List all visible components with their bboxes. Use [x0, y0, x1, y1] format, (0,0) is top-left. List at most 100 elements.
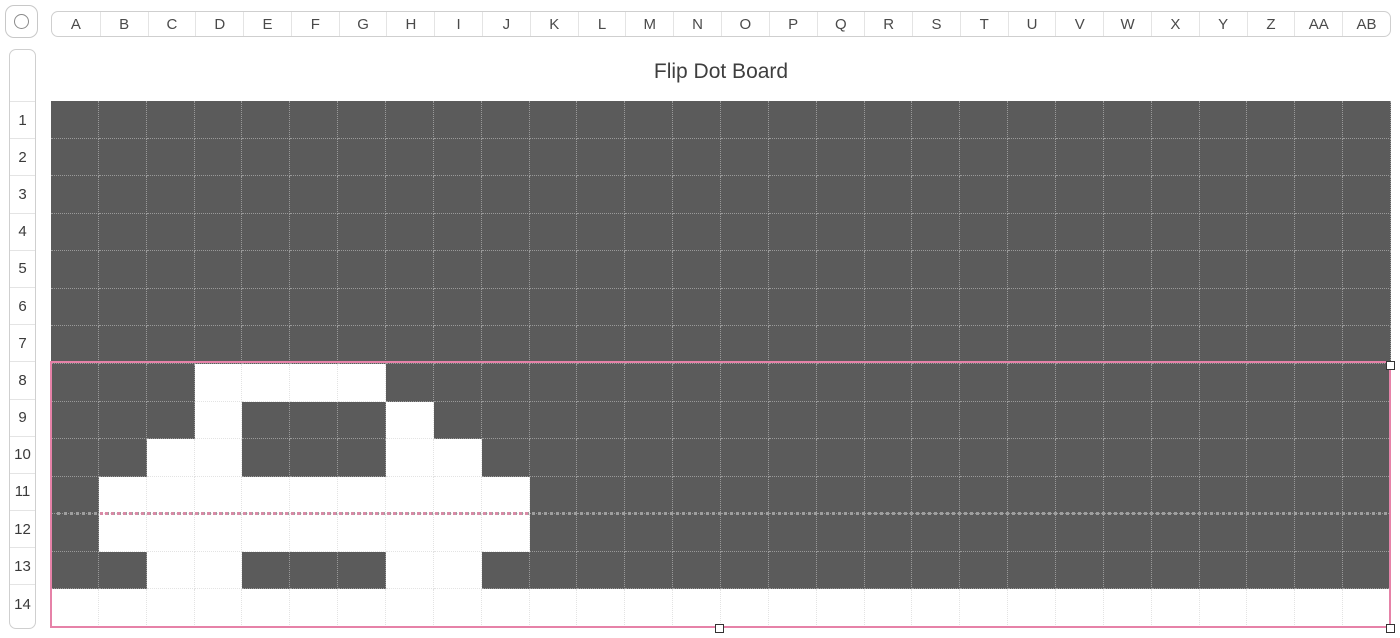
cell-u4[interactable] [1008, 213, 1056, 252]
cell-i9[interactable] [433, 401, 482, 440]
cell-aa13[interactable] [1295, 551, 1344, 590]
cell-s13[interactable] [912, 551, 961, 590]
cell-f4[interactable] [290, 213, 339, 252]
cell-u9[interactable] [1008, 401, 1056, 440]
cell-y7[interactable] [1199, 326, 1248, 364]
cell-d12[interactable] [194, 514, 243, 552]
cell-x2[interactable] [1151, 138, 1200, 177]
column-header-c[interactable]: C [147, 12, 196, 36]
cell-a8[interactable] [51, 364, 99, 402]
cell-r9[interactable] [864, 401, 913, 440]
cell-b10[interactable] [98, 439, 147, 477]
row-header-3[interactable]: 3 [10, 176, 35, 214]
cell-p4[interactable] [768, 213, 817, 252]
cell-o10[interactable] [721, 439, 769, 477]
cell-j14[interactable] [481, 589, 530, 627]
cell-y13[interactable] [1199, 551, 1248, 590]
cell-i1[interactable] [433, 101, 482, 139]
cell-g10[interactable] [338, 439, 386, 477]
cell-ab5[interactable] [1343, 251, 1391, 289]
column-header-b[interactable]: B [99, 12, 148, 36]
cell-y3[interactable] [1199, 176, 1248, 214]
row-header-10[interactable]: 10 [10, 437, 35, 474]
column-header-e[interactable]: E [243, 12, 291, 36]
cell-p9[interactable] [768, 401, 817, 440]
cell-v5[interactable] [1056, 251, 1104, 289]
row-header-14[interactable]: 14 [10, 585, 35, 622]
cell-a7[interactable] [51, 326, 99, 364]
cell-c4[interactable] [146, 213, 195, 252]
cell-w6[interactable] [1103, 288, 1152, 327]
cell-v9[interactable] [1056, 401, 1104, 440]
cell-o1[interactable] [721, 101, 769, 139]
column-header-ab[interactable]: AB [1342, 12, 1390, 36]
cell-x4[interactable] [1151, 213, 1200, 252]
column-header-v[interactable]: V [1055, 12, 1103, 36]
cell-t9[interactable] [960, 401, 1009, 440]
cell-n8[interactable] [673, 364, 721, 402]
cell-z5[interactable] [1247, 251, 1296, 289]
cell-q1[interactable] [816, 101, 865, 139]
cell-t5[interactable] [960, 251, 1009, 289]
cell-b14[interactable] [98, 589, 147, 627]
cell-o13[interactable] [721, 551, 769, 590]
cell-c1[interactable] [146, 101, 195, 139]
cell-v6[interactable] [1056, 288, 1104, 327]
cell-i14[interactable] [433, 589, 482, 627]
cell-b3[interactable] [98, 176, 147, 214]
cell-u10[interactable] [1008, 439, 1056, 477]
cell-k4[interactable] [529, 213, 578, 252]
cell-z4[interactable] [1247, 213, 1296, 252]
cell-u14[interactable] [1008, 589, 1056, 627]
column-header-r[interactable]: R [864, 12, 912, 36]
cell-u6[interactable] [1008, 288, 1056, 327]
cell-aa5[interactable] [1295, 251, 1344, 289]
cell-c12[interactable] [146, 514, 195, 552]
cell-s12[interactable] [912, 514, 961, 552]
cell-n10[interactable] [673, 439, 721, 477]
cell-w13[interactable] [1103, 551, 1152, 590]
cell-g9[interactable] [338, 401, 386, 440]
cell-e8[interactable] [242, 364, 291, 402]
cell-n9[interactable] [673, 401, 721, 440]
cell-y10[interactable] [1199, 439, 1248, 477]
cell-e3[interactable] [242, 176, 291, 214]
cell-r6[interactable] [864, 288, 913, 327]
cell-a11[interactable] [51, 476, 99, 515]
cell-s11[interactable] [912, 476, 961, 515]
cell-i6[interactable] [433, 288, 482, 327]
cell-ab7[interactable] [1343, 326, 1391, 364]
cell-u3[interactable] [1008, 176, 1056, 214]
cell-s7[interactable] [912, 326, 961, 364]
cell-w4[interactable] [1103, 213, 1152, 252]
cell-w1[interactable] [1103, 101, 1152, 139]
cell-p11[interactable] [768, 476, 817, 515]
cell-x5[interactable] [1151, 251, 1200, 289]
cell-h3[interactable] [386, 176, 434, 214]
cell-i10[interactable] [433, 439, 482, 477]
cell-w11[interactable] [1103, 476, 1152, 515]
cell-a3[interactable] [51, 176, 99, 214]
cell-b12[interactable] [98, 514, 147, 552]
cell-j11[interactable] [481, 476, 530, 515]
cell-y5[interactable] [1199, 251, 1248, 289]
cell-w10[interactable] [1103, 439, 1152, 477]
cell-o4[interactable] [721, 213, 769, 252]
cell-n5[interactable] [673, 251, 721, 289]
cell-g4[interactable] [338, 213, 386, 252]
cell-q12[interactable] [816, 514, 865, 552]
cell-k12[interactable] [529, 514, 578, 552]
cell-t2[interactable] [960, 138, 1009, 177]
cell-b1[interactable] [98, 101, 147, 139]
cell-a10[interactable] [51, 439, 99, 477]
cell-r4[interactable] [864, 213, 913, 252]
cell-k11[interactable] [529, 476, 578, 515]
column-header-g[interactable]: G [338, 12, 387, 36]
cell-x13[interactable] [1151, 551, 1200, 590]
cell-x6[interactable] [1151, 288, 1200, 327]
cell-o14[interactable] [721, 589, 769, 627]
cell-p8[interactable] [768, 364, 817, 402]
cell-i8[interactable] [433, 364, 482, 402]
cell-b2[interactable] [98, 138, 147, 177]
column-header-p[interactable]: P [768, 12, 817, 36]
